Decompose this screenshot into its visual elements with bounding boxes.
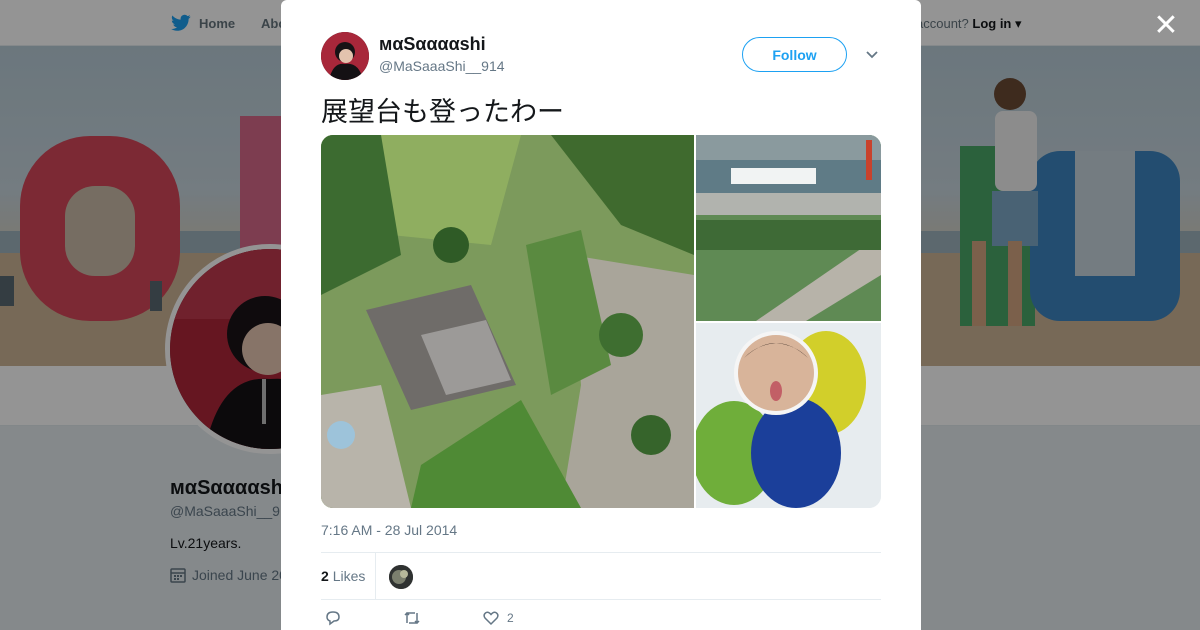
author-avatar-photo <box>321 32 369 80</box>
likes-label: Likes <box>332 568 366 584</box>
chevron-down-icon[interactable] <box>864 46 880 62</box>
tweet-modal: мαSααααshi @MaSaaaShi__914 Follow 展望台も登っ… <box>281 0 921 630</box>
author-name[interactable]: мαSααααshi <box>379 34 486 55</box>
heart-icon <box>483 611 499 626</box>
stats-divider <box>375 553 376 600</box>
close-icon[interactable]: ✕ <box>1152 11 1180 41</box>
aerial-park-image <box>321 135 694 508</box>
follow-button[interactable]: Follow <box>742 37 847 72</box>
tweet-photo-balloons[interactable] <box>696 323 881 508</box>
liker-avatar-photo <box>389 565 413 589</box>
author-avatar[interactable] <box>321 32 369 80</box>
tweet-actions: 2 <box>321 610 621 630</box>
reply-button[interactable] <box>325 610 341 626</box>
tweet-photo-harbor-view[interactable] <box>696 135 881 321</box>
likes-count: 2 <box>321 568 329 584</box>
liker-avatar[interactable] <box>389 565 413 589</box>
retweet-icon <box>404 611 420 625</box>
likes-stat[interactable]: 2 Likes <box>321 568 365 584</box>
retweet-button[interactable] <box>403 610 421 626</box>
tweet-photo-aerial-park[interactable] <box>321 135 694 508</box>
tweet-stats: 2 Likes <box>321 552 881 600</box>
tweet-timestamp[interactable]: 7:16 AM - 28 Jul 2014 <box>321 522 457 538</box>
reply-icon <box>326 611 340 626</box>
like-button[interactable]: 2 <box>483 610 514 626</box>
like-count: 2 <box>507 611 514 625</box>
tweet-media-grid <box>321 135 881 508</box>
harbor-view-image <box>696 135 881 321</box>
balloons-image <box>696 323 881 508</box>
tweet-text: 展望台も登ったわー <box>321 97 564 128</box>
author-handle[interactable]: @MaSaaaShi__914 <box>379 58 505 74</box>
